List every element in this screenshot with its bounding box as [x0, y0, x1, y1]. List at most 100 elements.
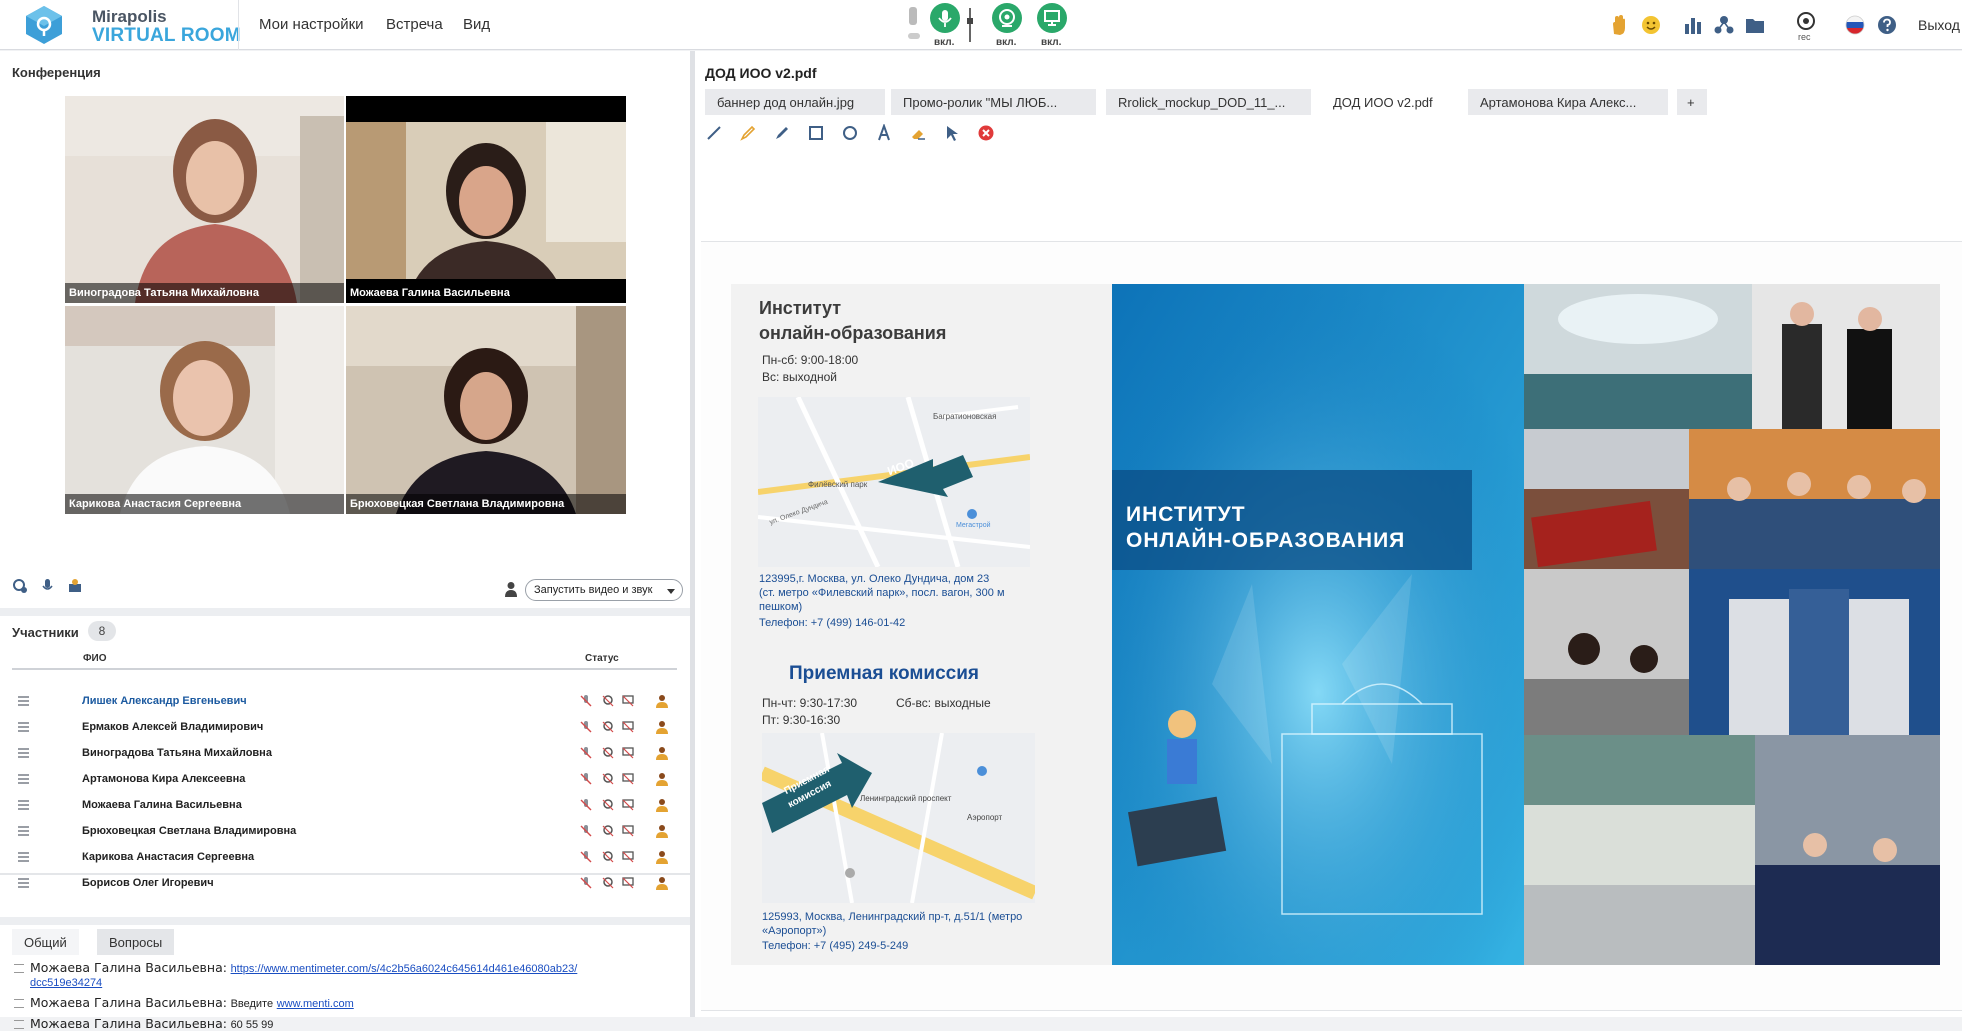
drag-handle-icon[interactable] [18, 800, 29, 810]
rectangle-tool-icon[interactable] [807, 124, 825, 142]
drag-handle-icon[interactable] [18, 696, 29, 706]
drag-handle-icon[interactable] [18, 774, 29, 784]
table-row[interactable]: Лишек Александр Евгеньевич [12, 689, 677, 715]
video-tile[interactable]: Виноградова Татьяна Михайловна [65, 96, 344, 303]
start-video-audio-dropdown[interactable]: Запустить видео и звук [525, 579, 683, 601]
webcam-status-icon[interactable] [601, 798, 615, 812]
webcam-status-icon[interactable] [601, 824, 615, 838]
video-participant-name: Брюховецкая Светлана Владимировна [346, 494, 626, 514]
participant-role-icon[interactable] [655, 876, 669, 890]
text-tool-icon[interactable] [875, 124, 893, 142]
video-tile[interactable]: Можаева Галина Васильевна [346, 96, 626, 303]
tab-questions[interactable]: Вопросы [97, 929, 175, 955]
mic-level-slider[interactable] [966, 6, 974, 44]
drag-handle-icon[interactable] [18, 826, 29, 836]
participant-role-icon[interactable] [655, 772, 669, 786]
clear-tool-icon[interactable] [977, 124, 995, 142]
chat-link[interactable]: dcc519e34274 [30, 977, 102, 989]
language-flag-icon[interactable] [1844, 14, 1866, 36]
participant-role-icon[interactable] [655, 746, 669, 760]
eraser-tool-icon[interactable] [909, 124, 927, 142]
mic-muted-icon[interactable] [579, 694, 593, 708]
video-settings-icon[interactable] [12, 578, 28, 594]
emoji-icon[interactable] [1640, 14, 1662, 36]
participant-role-icon[interactable] [655, 720, 669, 734]
screen-status-icon[interactable] [621, 824, 635, 838]
user-icon [505, 582, 517, 597]
help-icon[interactable] [1876, 14, 1898, 36]
line-tool-icon[interactable] [705, 124, 723, 142]
screen-status-icon[interactable] [621, 694, 635, 708]
share-settings-icon[interactable] [67, 578, 83, 594]
webcam-status-icon[interactable] [601, 876, 615, 890]
poll-chart-icon[interactable] [1682, 14, 1704, 36]
mic-muted-icon[interactable] [579, 720, 593, 734]
table-row[interactable]: Виноградова Татьяна Михайловна [12, 741, 677, 767]
menu-view[interactable]: Вид [463, 16, 490, 33]
screen-status-icon[interactable] [621, 772, 635, 786]
participant-role-icon[interactable] [655, 850, 669, 864]
chat-link[interactable]: www.menti.com [277, 998, 354, 1010]
webcam-status-icon[interactable] [601, 746, 615, 760]
speaker-volume-icon[interactable] [904, 5, 926, 45]
tab-general-chat[interactable]: Общий [12, 929, 79, 955]
network-icon[interactable] [1713, 14, 1735, 36]
participant-role-icon[interactable] [655, 694, 669, 708]
video-tile[interactable]: Брюховецкая Светлана Владимировна [346, 306, 626, 514]
screen-share-toggle-button[interactable] [1037, 3, 1067, 33]
screen-status-icon[interactable] [621, 798, 635, 812]
webcam-status-icon[interactable] [601, 694, 615, 708]
mic-muted-icon[interactable] [579, 798, 593, 812]
mic-muted-icon[interactable] [579, 746, 593, 760]
participant-role-icon[interactable] [655, 824, 669, 838]
conference-title: Конференция [12, 65, 101, 80]
tab-file-mockup[interactable]: Rrolick_mockup_DOD_11_... [1106, 89, 1311, 115]
chevron-down-icon [667, 589, 675, 594]
webcam-status-icon[interactable] [601, 850, 615, 864]
webcam-status-icon[interactable] [601, 772, 615, 786]
ellipse-tool-icon[interactable] [841, 124, 859, 142]
screen-status-icon[interactable] [621, 876, 635, 890]
table-row[interactable]: Карикова Анастасия Сергеевна [12, 845, 677, 871]
map-streets-image [758, 397, 1030, 567]
tab-file-banner[interactable]: баннер дод онлайн.jpg [705, 89, 885, 115]
table-row[interactable]: Брюховецкая Светлана Владимировна [12, 819, 677, 845]
webcam-status-icon[interactable] [601, 720, 615, 734]
microphone-toggle-button[interactable] [930, 3, 960, 33]
participant-role-icon[interactable] [655, 798, 669, 812]
pointer-tool-icon[interactable] [943, 124, 961, 142]
mic-muted-icon[interactable] [579, 876, 593, 890]
drag-handle-icon[interactable] [18, 852, 29, 862]
audio-settings-icon[interactable] [40, 578, 56, 594]
raise-hand-icon[interactable] [1608, 14, 1630, 36]
drag-handle-icon[interactable] [18, 878, 29, 888]
drag-handle-icon[interactable] [18, 748, 29, 758]
video-participant-name: Карикова Анастасия Сергеевна [65, 494, 344, 514]
table-row[interactable]: Можаева Галина Васильевна [12, 793, 677, 819]
map-prospect-label: Ленинградский проспект [860, 794, 952, 803]
record-icon[interactable] [1795, 10, 1817, 32]
chat-link[interactable]: https://www.mentimeter.com/s/4c2b56a6024… [231, 963, 578, 975]
mic-muted-icon[interactable] [579, 824, 593, 838]
exit-button[interactable]: Выход [1918, 17, 1960, 33]
camera-toggle-button[interactable] [992, 3, 1022, 33]
mic-muted-icon[interactable] [579, 850, 593, 864]
mic-muted-icon[interactable] [579, 772, 593, 786]
menu-meeting[interactable]: Встреча [386, 16, 443, 33]
screen-status-icon[interactable] [621, 746, 635, 760]
screen-status-icon[interactable] [621, 850, 635, 864]
table-row[interactable]: Артамонова Кира Алексеевна [12, 767, 677, 793]
tab-file-artamonova[interactable]: Артамонова Кира Алекс... [1468, 89, 1668, 115]
menu-my-settings[interactable]: Мои настройки [259, 16, 364, 33]
tab-file-promo-video[interactable]: Промо-ролик "МЫ ЛЮБ... [891, 89, 1096, 115]
folder-icon[interactable] [1744, 14, 1766, 36]
drag-handle-icon[interactable] [18, 722, 29, 732]
pen-tool-icon[interactable] [773, 124, 791, 142]
tab-file-dod-pdf[interactable]: ДОД ИОО v2.pdf [1321, 89, 1459, 115]
video-tile[interactable]: Карикова Анастасия Сергеевна [65, 306, 344, 514]
add-tab-button[interactable]: + [1677, 89, 1707, 115]
screen-status-icon[interactable] [621, 720, 635, 734]
brand-name: Mirapolis [92, 7, 167, 26]
highlighter-tool-icon[interactable] [739, 124, 757, 142]
table-row[interactable]: Ермаков Алексей Владимирович [12, 715, 677, 741]
